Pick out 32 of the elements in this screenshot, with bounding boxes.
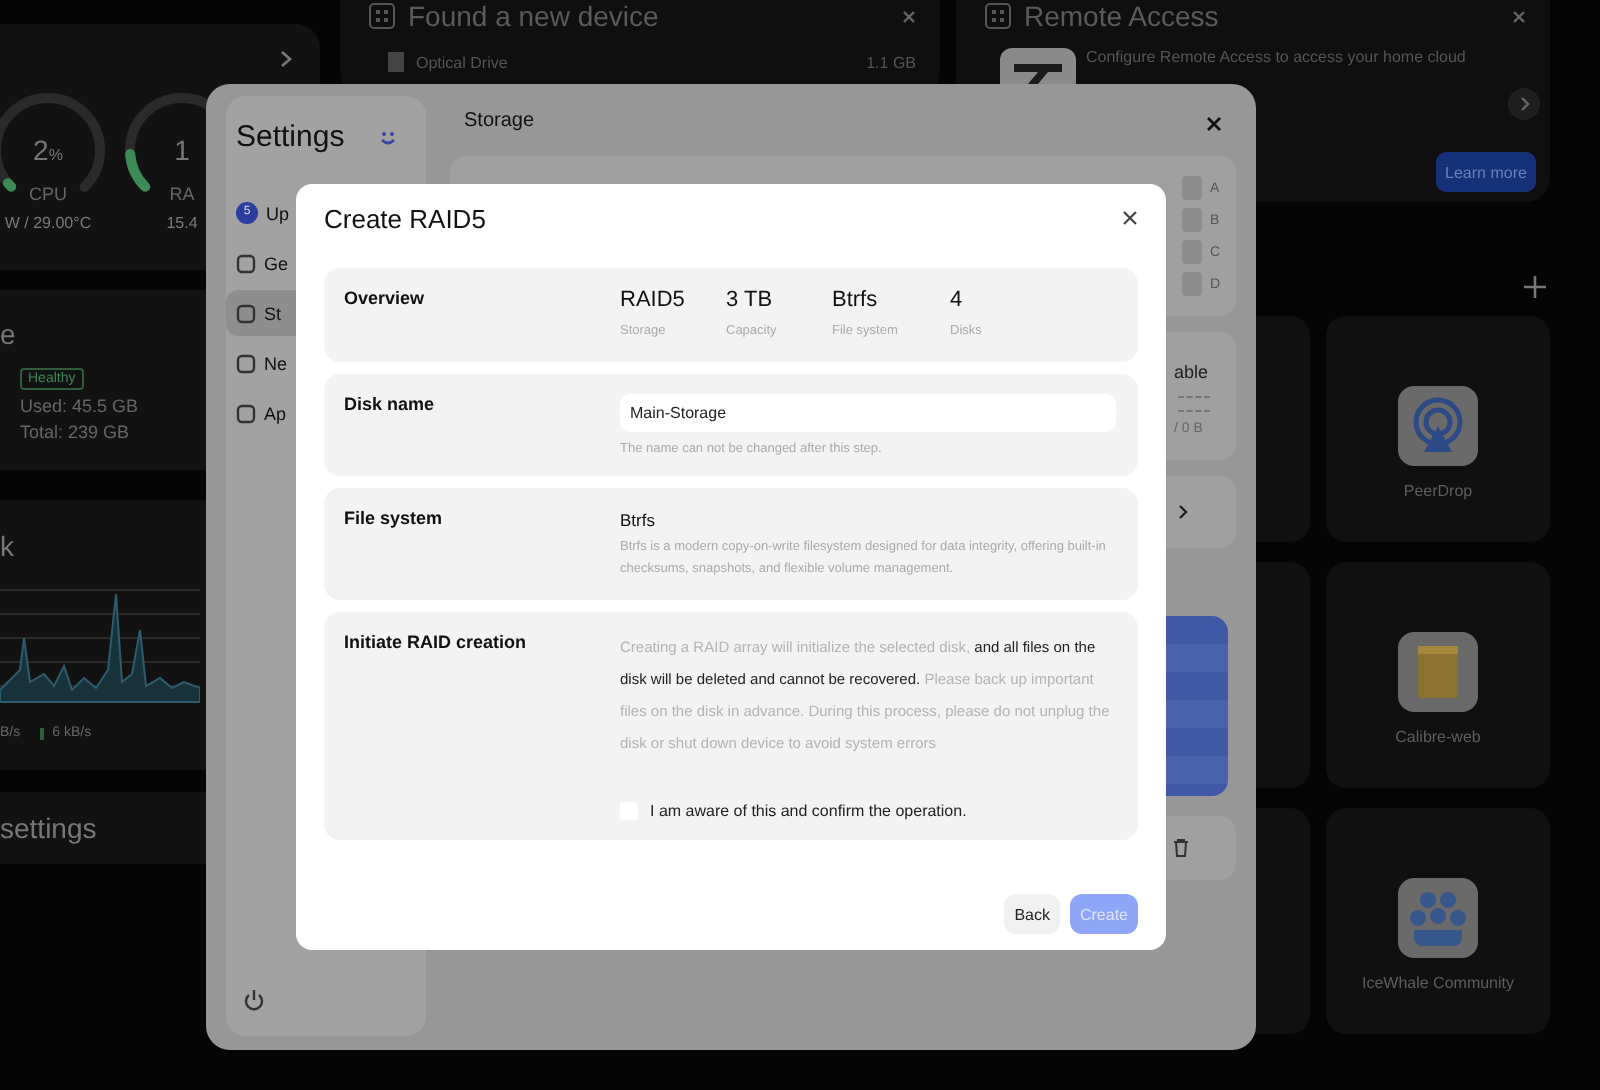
section-label: Initiate RAID creation	[344, 632, 529, 656]
stat-value: 4	[950, 288, 965, 312]
gauge-label: CPU	[26, 184, 69, 204]
notification-message: Configure Remote Access to access your home cloud	[1086, 48, 1468, 66]
used-text: Used: 45.5 GB	[20, 396, 139, 416]
section-label: File system	[344, 508, 445, 532]
app-name: Calibre-web	[1395, 728, 1481, 746]
device-name: Optical Drive	[416, 53, 510, 71]
page-title: Storage	[464, 110, 535, 132]
app-name: PeerDrop	[1403, 482, 1473, 500]
settings-title: Settings	[236, 120, 345, 154]
gauge-reading: W / 29.00°C	[2, 214, 94, 232]
stat-value: RAID5	[620, 288, 687, 312]
storage-label: able	[1174, 362, 1209, 382]
card-title: settings	[0, 812, 97, 844]
gauge-reading: 15.4	[164, 214, 200, 232]
gauge-label: RA	[167, 184, 197, 204]
card-title: e	[0, 318, 16, 350]
total-text: Total: 239 GB	[20, 422, 130, 442]
stat-value: Btrfs	[832, 288, 880, 312]
section-label: Overview	[344, 288, 427, 312]
confirm-label: I am aware of this and confirm the operation.	[650, 802, 967, 820]
device-size: 1.1 GB	[866, 53, 916, 71]
card-title: k	[0, 530, 16, 562]
notification-title: Found a new device	[408, 0, 661, 32]
file-system-value: Btrfs	[620, 510, 657, 530]
gauge-value: 2%	[31, 134, 65, 166]
stat-value: 3 TB	[726, 288, 775, 312]
notification-title: Remote Access	[1024, 0, 1221, 32]
section-label: Disk name	[344, 394, 437, 418]
dialog-title: Create RAID5	[324, 203, 486, 233]
app-name: IceWhale Community	[1361, 974, 1515, 992]
